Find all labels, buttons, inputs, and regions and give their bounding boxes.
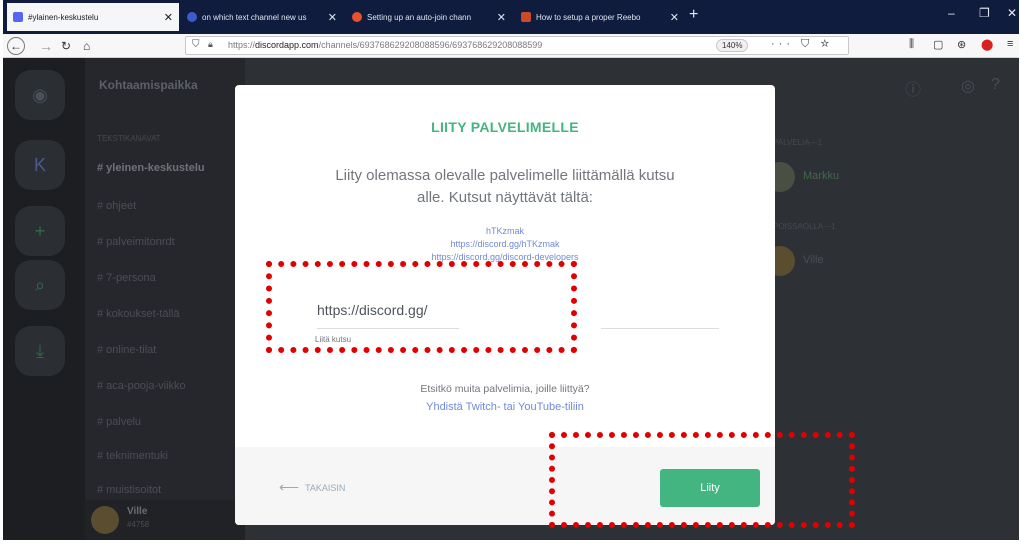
channel-item[interactable]: # online-tilat	[97, 344, 156, 356]
restore-icon[interactable]: ❐	[979, 6, 990, 20]
adblock-icon[interactable]: ⬤	[981, 38, 993, 51]
browser-nav-bar: ← → ↻ ⌂ ⛉ 🔒︎ https://discordapp.com/chan…	[3, 34, 1019, 58]
server-icon-kohtaamispaikka[interactable]: K	[15, 140, 65, 190]
url-bar[interactable]: ⛉ 🔒︎ https://discordapp.com/channels/693…	[185, 36, 849, 55]
channel-item[interactable]: # palveimitonrdt	[97, 236, 175, 248]
user-panel: Ville #4758	[85, 500, 245, 540]
minimize-icon[interactable]: –	[948, 6, 955, 20]
invite-highlight-box	[266, 261, 577, 353]
channel-item[interactable]: # kokoukset-tällä	[97, 308, 180, 320]
lock-icon[interactable]: 🔒︎	[208, 39, 213, 50]
menu-icon[interactable]: ≡	[1007, 38, 1013, 50]
invite-example: https://discord.gg/hTKzmak	[450, 239, 560, 249]
close-icon[interactable]: ✕	[328, 11, 337, 24]
sidebar-icon[interactable]: ▢	[933, 38, 943, 51]
forward-icon[interactable]: →	[39, 37, 53, 55]
channel-item[interactable]: # teknimentuki	[97, 450, 168, 462]
channel-item[interactable]: # ohjeet	[97, 200, 136, 212]
back-icon[interactable]: ←	[7, 37, 25, 55]
invite-field-extension	[601, 295, 719, 329]
modal-title: LIITY PALVELIMELLE	[431, 119, 579, 135]
channel-item[interactable]: # muistisoitot	[97, 484, 161, 496]
page-actions-icon[interactable]: ··· ⛉ ☆	[771, 38, 833, 51]
help-circle-icon[interactable]: ?	[991, 76, 1000, 94]
join-highlight-box	[549, 432, 855, 528]
url-path: /channels/693768629208088596/69376862920…	[318, 40, 543, 50]
close-icon[interactable]: ✕	[164, 11, 173, 24]
site-tab-icon	[187, 12, 197, 22]
zoom-level[interactable]: 140%	[716, 39, 749, 52]
channel-item[interactable]: # aca-pooja-viikko	[97, 380, 186, 392]
url-prefix: https://	[228, 40, 256, 50]
modal-description: Liity olemassa olevalle palvelimelle lii…	[335, 167, 675, 206]
invite-example: hTKzmak	[485, 226, 524, 236]
home-icon[interactable]: ⌂	[83, 37, 90, 55]
shield-icon[interactable]: ⛉	[192, 39, 200, 50]
other-servers-question: Etsitkö muita palvelimia, joille liittyä…	[420, 383, 590, 395]
member-name[interactable]: Markku	[803, 170, 839, 182]
app-frame: #ylainen-keskustelu ✕ on which text chan…	[3, 0, 1019, 540]
channel-category[interactable]: TEKSTIKANAVAT	[97, 134, 161, 143]
download-icon[interactable]: ⤓	[15, 326, 65, 376]
server-name[interactable]: Kohtaamispaikka	[99, 78, 198, 92]
reload-icon[interactable]: ↻	[61, 37, 71, 55]
arrow-left-icon: ⟵	[279, 479, 300, 495]
channel-sidebar: Kohtaamispaikka TEKSTIKANAVAT # yleinen-…	[85, 58, 245, 540]
channel-item[interactable]: # 7-persona	[97, 272, 156, 284]
help-icon[interactable]: ⓘ	[905, 76, 921, 100]
user-name: Ville	[127, 506, 148, 517]
library-icon[interactable]: ⫼	[909, 38, 914, 51]
tab-text-channel-question[interactable]: on which text channel new us ✕	[181, 4, 343, 30]
connect-accounts-link[interactable]: Yhdistä Twitch- tai YouTube-tiliin	[235, 401, 775, 413]
site-tab-icon	[352, 12, 362, 22]
tab-ylainen-keskustelu[interactable]: #ylainen-keskustelu ✕	[7, 3, 179, 31]
back-label: TAKAISIN	[305, 482, 346, 493]
member-group-header: PALVELIA—1	[773, 138, 823, 147]
tab-reebo-setup[interactable]: How to setup a proper Reebo ✕	[515, 4, 685, 30]
at-icon[interactable]: ◎	[961, 76, 975, 96]
close-icon[interactable]: ✕	[670, 11, 679, 24]
tab-auto-join[interactable]: Setting up an auto-join chann ✕	[346, 4, 512, 30]
site-tab-icon	[521, 12, 531, 22]
new-tab-icon[interactable]: +	[689, 6, 698, 24]
avatar[interactable]	[91, 506, 119, 534]
member-group-header: POISSAOLLA—1	[773, 222, 836, 231]
discord-home-icon[interactable]: ◉	[15, 70, 65, 120]
channel-item[interactable]: # yleinen-keskustelu	[97, 162, 205, 174]
explore-icon[interactable]: ⌕	[15, 260, 65, 310]
server-list: ◉ K + ⌕ ⤓	[3, 58, 85, 540]
url-domain: discordapp.com	[255, 40, 319, 50]
close-icon[interactable]: ✕	[497, 11, 506, 24]
browser-tab-bar: #ylainen-keskustelu ✕ on which text chan…	[3, 0, 1019, 34]
add-server-icon[interactable]: +	[15, 206, 65, 256]
user-tag: #4758	[127, 520, 150, 529]
member-name[interactable]: Ville	[803, 254, 824, 266]
back-button[interactable]: ⟵ TAKAISIN	[279, 479, 345, 496]
channel-item[interactable]: # palvelu	[97, 416, 141, 428]
close-window-icon[interactable]: ✕	[1007, 6, 1017, 20]
discord-tab-icon	[13, 12, 23, 22]
extension-icon[interactable]: ⊛	[957, 38, 966, 51]
